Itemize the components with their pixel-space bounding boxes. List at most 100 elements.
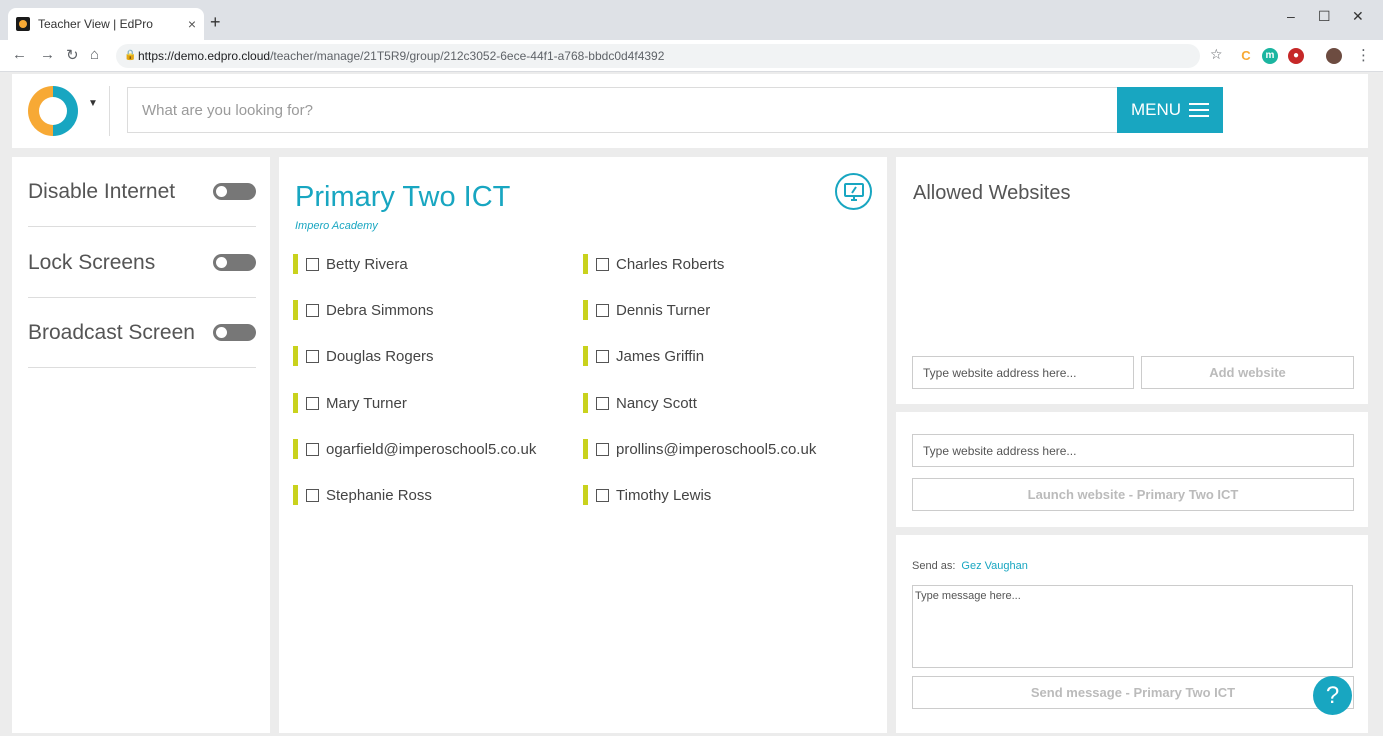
launch-website-input[interactable] [912,434,1354,467]
lock-screens-toggle[interactable] [213,254,256,271]
hamburger-icon [1189,103,1210,117]
student-checkbox[interactable] [306,396,319,410]
window-close-button[interactable]: ✕ [1352,8,1364,25]
extension-m-icon[interactable]: m [1262,48,1278,64]
reload-icon[interactable]: ↻ [66,46,79,64]
student-checkbox[interactable] [596,442,609,456]
student-item[interactable]: Betty Rivera [293,253,408,275]
lock-screens-label: Lock Screens [28,250,156,274]
launch-website-panel: Launch website - Primary Two ICT [896,412,1368,527]
student-status-bar [293,485,298,505]
caret-down-icon[interactable]: ▼ [88,98,98,109]
student-item[interactable]: ogarfield@imperoschool5.co.uk [293,438,536,460]
student-name: ogarfield@imperoschool5.co.uk [326,440,537,458]
student-status-bar [293,300,298,320]
student-status-bar [583,346,588,366]
student-item[interactable]: Douglas Rogers [293,345,434,367]
student-checkbox[interactable] [596,488,609,502]
group-school: Impero Academy [295,220,378,232]
student-checkbox[interactable] [306,349,319,363]
student-name: Debra Simmons [326,301,434,319]
extension-red-icon[interactable]: ● [1288,48,1304,64]
lock-screens-row: Lock Screens [28,228,256,298]
forward-arrow-icon[interactable]: → [40,46,55,63]
student-status-bar [583,393,588,413]
browser-tabbar: Teacher View | EdPro × + – ☐ ✕ [0,0,1383,40]
student-item[interactable]: Nancy Scott [583,392,697,414]
student-name: Dennis Turner [616,301,711,319]
message-textarea[interactable] [912,585,1353,668]
student-name: Charles Roberts [616,255,725,273]
url-path: /teacher/manage/21T5R9/group/212c3052-6e… [270,49,665,63]
browser-tab[interactable]: Teacher View | EdPro × [8,8,204,40]
student-checkbox[interactable] [596,303,609,317]
student-status-bar [293,439,298,459]
student-checkbox[interactable] [596,349,609,363]
student-item[interactable]: Debra Simmons [293,299,434,321]
student-name: prollins@imperoschool5.co.uk [616,440,817,458]
help-button[interactable]: ? [1313,676,1352,715]
broadcast-screen-toggle[interactable] [213,324,256,341]
student-item[interactable]: Timothy Lewis [583,484,711,506]
header-divider [109,86,110,136]
student-status-bar [293,254,298,274]
edpro-logo-icon[interactable] [28,86,78,136]
back-arrow-icon[interactable]: ← [12,46,27,63]
disable-internet-row: Disable Internet [28,157,256,227]
extension-c-icon[interactable]: C [1238,48,1254,64]
profile-avatar-icon[interactable] [1326,48,1342,64]
launch-website-button[interactable]: Launch website - Primary Two ICT [912,478,1354,511]
disable-internet-toggle[interactable] [213,183,256,200]
edpro-favicon-icon [16,17,30,31]
student-checkbox[interactable] [596,396,609,410]
send-as-label: Send as: [912,560,956,572]
send-message-panel: Send as: Gez Vaughan Send message - Prima… [896,535,1368,733]
group-panel: Primary Two ICT Impero Academy Betty Riv… [279,157,887,733]
allowed-website-input[interactable] [912,356,1134,389]
student-name: Stephanie Ross [326,486,432,504]
student-checkbox[interactable] [596,257,609,271]
student-name: Nancy Scott [616,394,697,412]
tab-close-icon[interactable]: × [188,16,196,32]
send-message-button[interactable]: Send message - Primary Two ICT [912,676,1354,709]
address-bar[interactable]: 🔒 https://demo.edpro.cloud/teacher/manag… [116,44,1200,68]
menu-button[interactable]: MENU [1117,87,1223,133]
student-name: Mary Turner [326,394,407,412]
allowed-websites-panel: Allowed Websites Add website [896,157,1368,404]
send-as: Send as: Gez Vaughan [912,560,1028,572]
student-item[interactable]: Mary Turner [293,392,407,414]
student-checkbox[interactable] [306,257,319,271]
browser-menu-icon[interactable]: ⋮ [1356,46,1371,64]
bookmark-star-icon[interactable]: ☆ [1210,46,1223,63]
menu-label: MENU [1130,100,1182,119]
allowed-websites-title: Allowed Websites [913,182,1071,204]
student-checkbox[interactable] [306,303,319,317]
add-website-button[interactable]: Add website [1141,356,1354,389]
student-status-bar [293,346,298,366]
student-name: Timothy Lewis [616,486,712,504]
student-item[interactable]: Dennis Turner [583,299,710,321]
window-maximize-button[interactable]: ☐ [1318,8,1331,25]
new-tab-button[interactable]: + [210,12,221,33]
student-item[interactable]: prollins@imperoschool5.co.uk [583,438,816,460]
student-item[interactable]: Stephanie Ross [293,484,432,506]
search-input[interactable] [127,87,1117,133]
tab-title: Teacher View | EdPro [38,17,153,31]
student-name: Betty Rivera [326,255,408,273]
controls-panel: Disable Internet Lock Screens Broadcast … [12,157,270,733]
browser-toolbar: ← → ↻ ⌂ 🔒 https://demo.edpro.cloud/teach… [0,40,1383,72]
student-checkbox[interactable] [306,488,319,502]
url-domain: https://demo.edpro.cloud [138,49,271,63]
group-title: Primary Two ICT [295,181,511,213]
student-name: James Griffin [616,347,705,365]
student-name: Douglas Rogers [326,347,434,365]
monitor-screen-icon[interactable] [835,173,872,210]
student-item[interactable]: Charles Roberts [583,253,724,275]
sender-name[interactable]: Gez Vaughan [961,560,1027,572]
broadcast-screen-row: Broadcast Screen [28,298,256,368]
window-minimize-button[interactable]: – [1287,8,1295,24]
student-checkbox[interactable] [306,442,319,456]
student-status-bar [583,485,588,505]
home-icon[interactable]: ⌂ [90,46,99,63]
student-item[interactable]: James Griffin [583,345,704,367]
